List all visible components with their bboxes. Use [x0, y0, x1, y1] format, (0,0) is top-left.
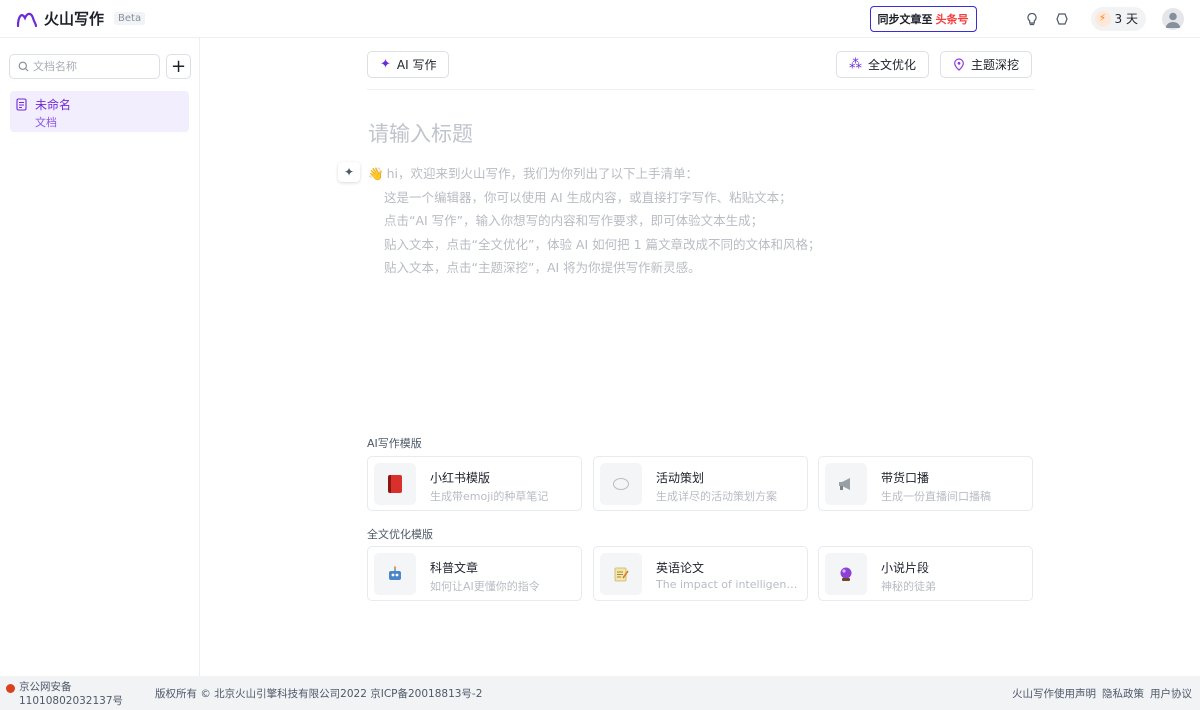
template-card-xiaohongshu[interactable]: 小红书模版 生成带emoji的种草笔记: [367, 456, 582, 511]
sync-target: 头条号: [935, 12, 969, 26]
optimize-template-section-title: 全文优化模版: [367, 528, 433, 541]
search-input[interactable]: [33, 60, 143, 73]
card-desc: 生成详尽的活动策划方案: [656, 490, 777, 503]
card-desc: 神秘的徒弟: [881, 580, 936, 593]
card-title: 活动策划: [656, 471, 705, 485]
template-card-event-plan[interactable]: 活动策划 生成详尽的活动策划方案: [593, 456, 808, 511]
template-card-novel[interactable]: 小说片段 神秘的徒弟: [818, 546, 1033, 601]
sparkle-icon: ✦: [380, 57, 391, 72]
lightbulb-icon[interactable]: [1017, 4, 1047, 34]
logo-icon: [16, 12, 38, 27]
ai-write-label: AI 写作: [396, 58, 437, 72]
lightning-icon: ⚡: [1094, 10, 1111, 27]
app-logo[interactable]: 火山写作 Beta: [16, 8, 146, 29]
plugin-icon[interactable]: [1047, 4, 1077, 34]
title-input[interactable]: 请输入标题: [368, 118, 473, 148]
sync-label: 同步文章至: [877, 12, 933, 26]
document-item[interactable]: 未命名 文档: [10, 91, 189, 132]
location-pin-icon: [954, 58, 964, 71]
toolbar-divider: [367, 89, 1034, 90]
ai-write-button[interactable]: ✦ AI 写作: [367, 51, 450, 78]
card-desc: 生成一份直播间口播稿: [881, 490, 991, 503]
footer-link-privacy-policy[interactable]: 隐私政策: [1102, 686, 1144, 701]
copyright-text: 版权所有 © 北京火山引擎科技有限公司2022 京ICP备20018813号-2: [155, 688, 483, 700]
card-title: 带货口播: [881, 471, 930, 485]
ai-insert-button[interactable]: ✦: [338, 162, 360, 182]
card-title: 小红书模版: [430, 471, 491, 485]
card-desc: 生成带emoji的种草笔记: [430, 490, 549, 503]
beian-record[interactable]: 京公网安备11010802032137号: [6, 680, 151, 708]
page-footer: 京公网安备11010802032137号 版权所有 © 北京火山引擎科技有限公司…: [0, 676, 1200, 710]
magic-wand-icon: ⁂: [849, 57, 862, 72]
card-title: 科普文章: [430, 561, 479, 575]
template-card-science[interactable]: 科普文章 如何让AI更懂你的指令: [367, 546, 582, 601]
document-subtitle: 文档: [35, 116, 57, 129]
top-bar: 火山写作 Beta 同步文章至 头条号 ⚡ 3 天: [0, 0, 1200, 38]
days-text: 3 天: [1114, 12, 1138, 26]
police-emblem-icon: [6, 684, 15, 693]
document-icon: [16, 98, 27, 111]
card-title: 小说片段: [881, 561, 930, 575]
document-sidebar: + 未命名 文档: [0, 38, 200, 676]
app-name: 火山写作: [44, 10, 105, 28]
megaphone-icon: [825, 463, 867, 505]
card-title: 英语论文: [656, 561, 705, 575]
topic-dig-label: 主题深挖: [971, 58, 1020, 72]
robot-icon: [374, 553, 416, 595]
crystal-ball-icon: [825, 553, 867, 595]
intro-line: 贴入文本，点击“全文优化”，体验 AI 如何把 1 篇文章改成不同的文体和风格；: [384, 236, 821, 252]
optimize-label: 全文优化: [868, 58, 917, 72]
intro-heading: 👋 hi，欢迎来到火山写作，我们为你列出了以下上手清单：: [368, 162, 821, 186]
intro-line: 贴入文本，点击“主题深挖”，AI 将为你提供写作新灵感。: [384, 260, 701, 275]
red-book-icon: [374, 463, 416, 505]
memo-icon: [600, 553, 642, 595]
card-desc: The impact of intelligent h...: [656, 578, 801, 591]
days-remaining-badge[interactable]: ⚡ 3 天: [1090, 6, 1146, 31]
editor-body[interactable]: 👋 hi，欢迎来到火山写作，我们为你列出了以下上手清单： 这是一个编辑器，你可以使…: [368, 162, 821, 280]
search-icon: [18, 61, 29, 72]
user-icon: [1165, 12, 1181, 28]
document-title: 未命名: [35, 98, 72, 112]
optimize-button[interactable]: ⁂ 全文优化: [836, 51, 930, 78]
document-search[interactable]: [9, 54, 160, 79]
intro-line: 点击“AI 写作”，输入你想写的内容和写作要求，即可体验文本生成；: [384, 213, 764, 228]
waving-hand-icon: 👋: [368, 166, 384, 181]
footer-link-user-agreement[interactable]: 用户协议: [1150, 686, 1192, 701]
ai-template-section-title: AI写作模版: [367, 437, 422, 450]
template-card-livestream[interactable]: 带货口播 生成一份直播间口播稿: [818, 456, 1033, 511]
sync-article-button[interactable]: 同步文章至 头条号: [869, 5, 977, 32]
footer-link-usage-statement[interactable]: 火山写作使用声明: [1012, 686, 1096, 701]
intro-line: 这是一个编辑器，你可以使用 AI 生成内容，或直接打字写作、粘贴文本；: [384, 189, 792, 205]
beta-badge: Beta: [114, 12, 146, 25]
add-document-button[interactable]: +: [166, 54, 191, 79]
intro-heading-text: hi，欢迎来到火山写作，我们为你列出了以下上手清单：: [386, 166, 698, 181]
template-card-english-paper[interactable]: 英语论文 The impact of intelligent h...: [593, 546, 808, 601]
topic-dig-button[interactable]: 主题深挖: [940, 51, 1033, 78]
user-avatar[interactable]: [1162, 7, 1184, 30]
sparkle-icon: ✦: [343, 165, 355, 179]
plan-icon: [600, 463, 642, 505]
card-desc: 如何让AI更懂你的指令: [430, 580, 540, 593]
beian-text: 京公网安备11010802032137号: [19, 681, 124, 707]
